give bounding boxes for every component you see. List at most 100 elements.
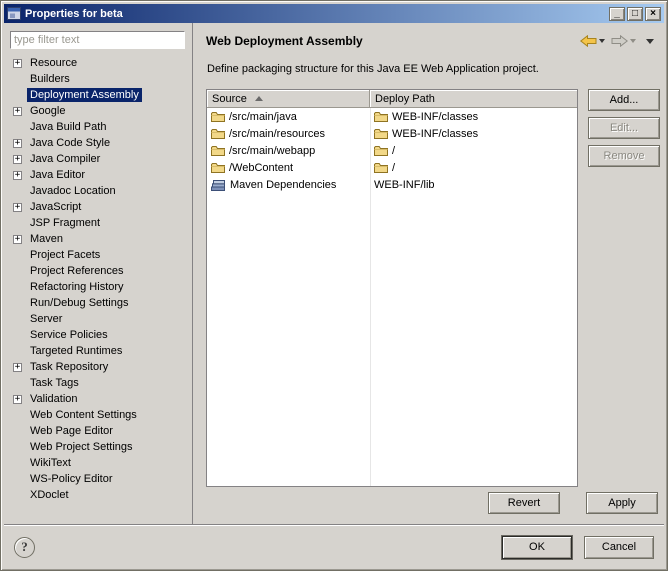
sidebar-item-label: Javadoc Location bbox=[27, 184, 119, 198]
folder-icon bbox=[374, 128, 388, 139]
chevron-down-icon bbox=[599, 39, 605, 43]
filter-input[interactable] bbox=[10, 31, 185, 49]
cancel-button[interactable]: Cancel bbox=[584, 536, 654, 559]
revert-button[interactable]: Revert bbox=[488, 492, 560, 514]
table-row[interactable]: /src/main/resourcesWEB-INF/classes bbox=[207, 125, 577, 142]
sidebar-item-google[interactable]: + Google bbox=[4, 103, 192, 119]
help-button[interactable]: ? bbox=[14, 537, 35, 558]
sidebar-item-label: Java Build Path bbox=[27, 120, 109, 134]
folder-icon bbox=[211, 111, 225, 122]
sidebar-item-label: Maven bbox=[27, 232, 66, 246]
sidebar-item-run-debug-settings[interactable]: Run/Debug Settings bbox=[4, 295, 192, 311]
sidebar-item-jsp-fragment[interactable]: JSP Fragment bbox=[4, 215, 192, 231]
sidebar-item-java-editor[interactable]: + Java Editor bbox=[4, 167, 192, 183]
sort-ascending-icon bbox=[255, 96, 263, 101]
sidebar-item-javascript[interactable]: +JavaScript bbox=[4, 199, 192, 215]
expander-plus-icon[interactable]: + bbox=[13, 235, 22, 244]
source-path: /WebContent bbox=[229, 162, 293, 174]
sidebar-item-label: Web Project Settings bbox=[27, 440, 136, 454]
column-divider bbox=[370, 108, 371, 486]
column-header-source[interactable]: Source bbox=[207, 90, 370, 108]
titlebar[interactable]: Properties for beta _ □ × bbox=[4, 4, 664, 23]
back-button[interactable] bbox=[578, 33, 607, 49]
sidebar-item-label: WS-Policy Editor bbox=[27, 472, 116, 486]
sidebar-item-refactoring-history[interactable]: Refactoring History bbox=[4, 279, 192, 295]
sidebar-item-java-compiler[interactable]: +Java Compiler bbox=[4, 151, 192, 167]
sidebar-item-validation[interactable]: +Validation bbox=[4, 391, 192, 407]
remove-button[interactable]: Remove bbox=[588, 145, 660, 167]
navigation-controls bbox=[578, 33, 656, 49]
sidebar-item-javadoc-location[interactable]: Javadoc Location bbox=[4, 183, 192, 199]
view-menu-button[interactable] bbox=[640, 37, 656, 46]
sidebar-item-java-code-style[interactable]: + Java Code Style bbox=[4, 135, 192, 151]
sidebar-item-label: Project References bbox=[27, 264, 127, 278]
sidebar-item-java-build-path[interactable]: Java Build Path bbox=[4, 119, 192, 135]
window-title: Properties for beta bbox=[25, 8, 609, 20]
add-button[interactable]: Add... bbox=[588, 89, 660, 111]
sidebar-item-label: Java Code Style bbox=[27, 136, 113, 150]
sidebar-item-xdoclet[interactable]: XDoclet bbox=[4, 487, 192, 503]
sidebar-item-project-facets[interactable]: Project Facets bbox=[4, 247, 192, 263]
expander-plus-icon[interactable]: + bbox=[13, 363, 22, 372]
page-header: Web Deployment Assembly bbox=[194, 23, 664, 49]
footer-separator bbox=[4, 524, 664, 526]
sidebar-item-label: XDoclet bbox=[27, 488, 72, 502]
table-row[interactable]: /WebContent / bbox=[207, 159, 577, 176]
table-row[interactable]: Maven DependenciesWEB-INF/lib bbox=[207, 176, 577, 193]
deploy-cell: WEB-INF/classes bbox=[370, 111, 577, 123]
ok-button[interactable]: OK bbox=[502, 536, 572, 559]
expander-plus-icon[interactable]: + bbox=[13, 203, 22, 212]
sidebar-item-label: Refactoring History bbox=[27, 280, 127, 294]
sidebar-item-targeted-runtimes[interactable]: Targeted Runtimes bbox=[4, 343, 192, 359]
sidebar-item-server[interactable]: Server bbox=[4, 311, 192, 327]
sidebar-item-label: Deployment Assembly bbox=[27, 88, 142, 102]
expander-plus-icon[interactable]: + bbox=[13, 155, 22, 164]
sidebar-item-builders[interactable]: Builders bbox=[4, 71, 192, 87]
sidebar: +ResourceBuildersDeployment Assembly + Goo… bbox=[4, 23, 193, 525]
expander-plus-icon[interactable]: + bbox=[13, 107, 22, 116]
deploy-cell: WEB-INF/classes bbox=[370, 128, 577, 140]
expander-plus-icon[interactable]: + bbox=[13, 59, 22, 68]
sidebar-item-project-references[interactable]: Project References bbox=[4, 263, 192, 279]
sidebar-item-ws-policy-editor[interactable]: WS-Policy Editor bbox=[4, 471, 192, 487]
table-row[interactable]: /src/main/javaWEB-INF/classes bbox=[207, 108, 577, 125]
sidebar-item-web-project-settings[interactable]: Web Project Settings bbox=[4, 439, 192, 455]
column-header-deploy[interactable]: Deploy Path bbox=[370, 90, 577, 108]
sidebar-item-label: Google bbox=[27, 104, 68, 118]
sidebar-item-web-page-editor[interactable]: Web Page Editor bbox=[4, 423, 192, 439]
minimize-button[interactable]: _ bbox=[609, 7, 625, 21]
sidebar-item-web-content-settings[interactable]: Web Content Settings bbox=[4, 407, 192, 423]
sidebar-item-deployment-assembly[interactable]: Deployment Assembly bbox=[4, 87, 192, 103]
sidebar-item-maven[interactable]: + Maven bbox=[4, 231, 192, 247]
deploy-cell: / bbox=[370, 162, 577, 174]
edit-button[interactable]: Edit... bbox=[588, 117, 660, 139]
expander-plus-icon[interactable]: + bbox=[13, 171, 22, 180]
deploy-cell: WEB-INF/lib bbox=[370, 179, 577, 191]
sidebar-item-label: Java Editor bbox=[27, 168, 88, 182]
sidebar-item-task-repository[interactable]: +Task Repository bbox=[4, 359, 192, 375]
column-label: Deploy Path bbox=[375, 93, 435, 105]
table-header: Source Deploy Path bbox=[207, 90, 577, 108]
sidebar-item-label: Task Tags bbox=[27, 376, 82, 390]
sidebar-item-task-tags[interactable]: Task Tags bbox=[4, 375, 192, 391]
source-cell: /src/main/java bbox=[207, 111, 370, 123]
folder-icon bbox=[211, 128, 225, 139]
sidebar-item-wikitext[interactable]: WikiText bbox=[4, 455, 192, 471]
forward-arrow-icon bbox=[611, 35, 628, 47]
main-panel: Web Deployment Assembly bbox=[194, 23, 664, 525]
sidebar-item-service-policies[interactable]: Service Policies bbox=[4, 327, 192, 343]
maximize-button[interactable]: □ bbox=[627, 7, 643, 21]
expander-plus-icon[interactable]: + bbox=[13, 395, 22, 404]
sidebar-item-resource[interactable]: +Resource bbox=[4, 55, 192, 71]
deploy-path: / bbox=[392, 145, 395, 157]
expander-plus-icon[interactable]: + bbox=[13, 139, 22, 148]
table-row[interactable]: /src/main/webapp/ bbox=[207, 142, 577, 159]
folder-icon bbox=[211, 162, 225, 173]
assembly-table: Source Deploy Path /src/main/javaWEB-INF… bbox=[206, 89, 578, 487]
apply-button[interactable]: Apply bbox=[586, 492, 658, 514]
sidebar-item-label: Web Content Settings bbox=[27, 408, 140, 422]
forward-button[interactable] bbox=[609, 33, 638, 49]
column-label: Source bbox=[212, 93, 247, 105]
row-action-buttons: Add... Edit... Remove bbox=[588, 89, 660, 167]
close-button[interactable]: × bbox=[645, 7, 661, 21]
